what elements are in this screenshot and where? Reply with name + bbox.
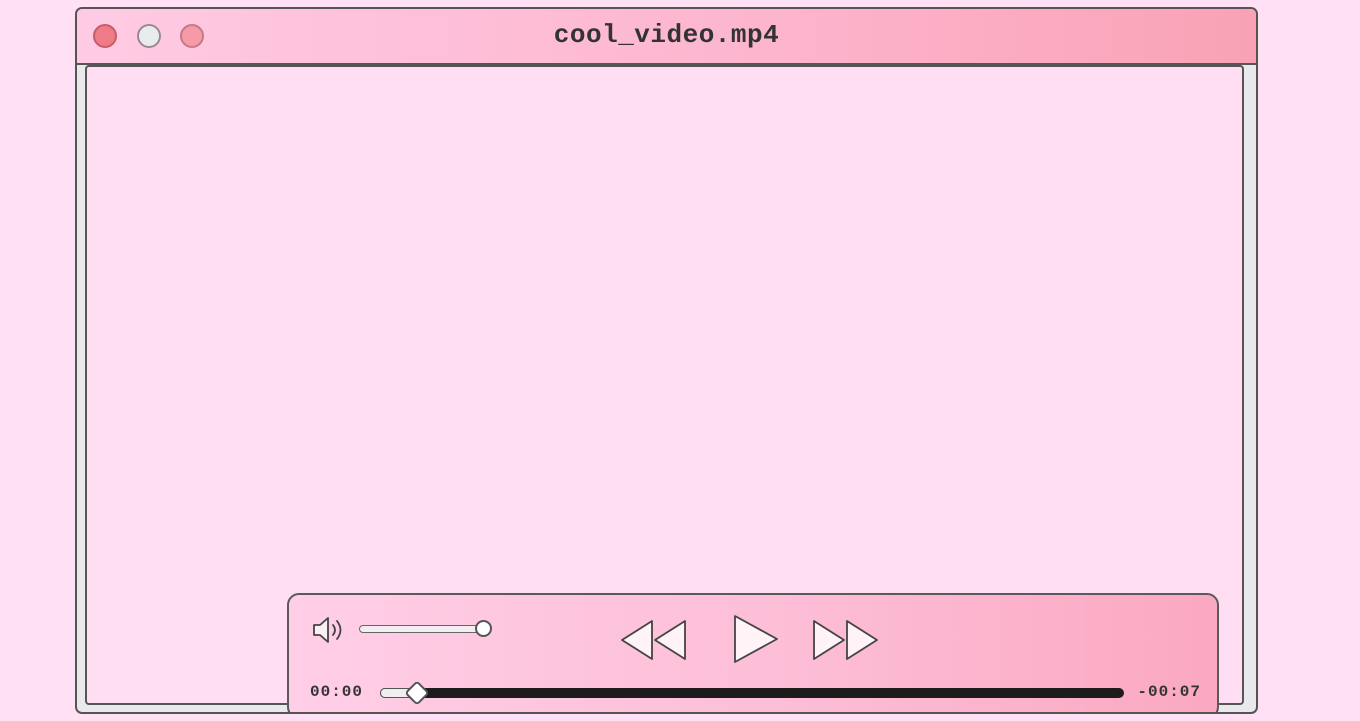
rewind-button[interactable] [619, 617, 689, 663]
fast-forward-icon [813, 620, 878, 660]
title-bar[interactable]: cool_video.mp4 [77, 9, 1256, 65]
rewind-icon [621, 620, 686, 660]
speaker-icon[interactable] [311, 615, 351, 645]
seek-bar-handle[interactable] [404, 680, 430, 706]
volume-slider-handle[interactable] [475, 620, 492, 637]
seek-bar[interactable] [380, 680, 1124, 706]
remaining-time: -00:07 [1137, 683, 1201, 701]
play-button[interactable] [729, 613, 781, 665]
playback-controls: 00:00 -00:07 [287, 593, 1219, 712]
video-player-window: cool_video.mp4 00:00 -00:07 [75, 7, 1258, 714]
elapsed-time: 00:00 [310, 683, 364, 701]
fast-forward-button[interactable] [811, 617, 881, 663]
window-title: cool_video.mp4 [553, 20, 780, 50]
play-icon [734, 615, 778, 663]
volume-slider[interactable] [359, 625, 483, 633]
video-area[interactable]: 00:00 -00:07 [85, 65, 1244, 712]
